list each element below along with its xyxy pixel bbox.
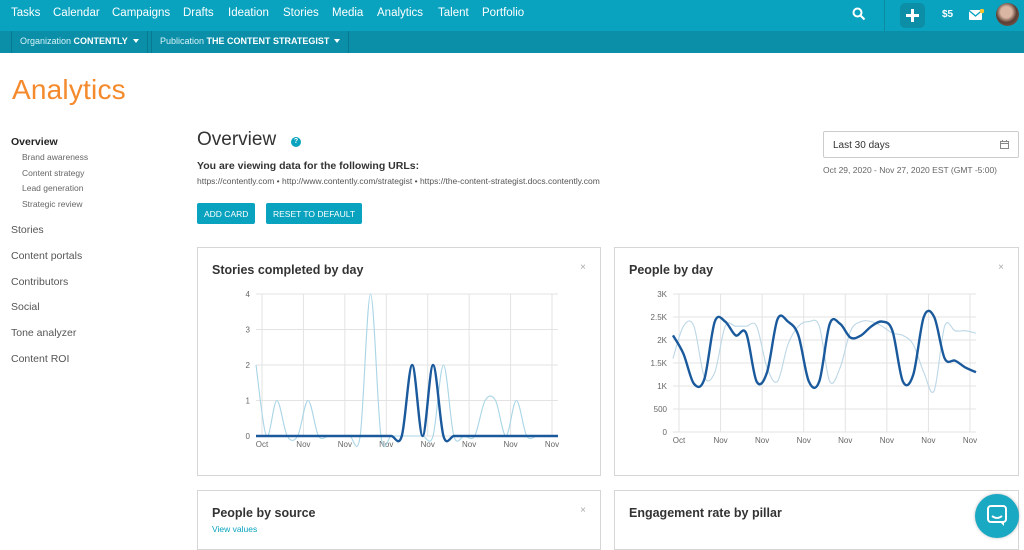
search-icon[interactable] [852,7,866,26]
x-tick-label: Nov [755,436,769,445]
series-line-comparison [255,293,558,447]
card-title: Engagement rate by pillar [629,506,782,520]
publication-label: Publication [160,36,205,46]
add-card-button[interactable]: ADD CARD [197,203,256,224]
sidebar-item-overview[interactable]: Overview [11,136,58,148]
close-icon[interactable]: × [580,505,586,516]
nav-stories[interactable]: Stories [283,7,319,19]
engagement-rate-card: Engagement rate by pillar [614,490,1019,550]
organization-value: CONTENTLY [73,36,128,46]
sidebar-item-social[interactable]: Social [11,301,40,313]
y-tick-label: 1 [246,397,251,406]
sidebar-item-lead-generation[interactable]: Lead generation [22,183,83,193]
y-tick-label: 1K [657,382,667,391]
chat-icon [987,505,1007,526]
x-tick-label: Nov [797,436,811,445]
y-tick-label: 2 [246,361,251,370]
y-tick-label: 0 [246,432,251,441]
x-tick-label: Nov [921,436,935,445]
stories-completed-card: Stories completed by day × 0 1 2 3 4 Oct Nov No… [197,247,601,476]
sidebar-item-contributors[interactable]: Contributors [11,276,68,288]
y-tick-label: 2K [657,336,667,345]
reset-to-default-button[interactable]: RESET TO DEFAULT [266,203,363,224]
sidebar-item-content-roi[interactable]: Content ROI [11,353,69,365]
date-range-select[interactable]: Last 30 days [823,131,1019,158]
x-tick-label: Nov [880,436,894,445]
x-tick-label: Nov [462,440,476,449]
top-nav: Tasks Calendar Campaigns Drafts Ideation… [0,0,1024,31]
organization-dropdown[interactable]: Organization CONTENTLY [11,31,148,53]
date-range-value: Last 30 days [833,140,890,151]
sidebar-item-content-strategy[interactable]: Content strategy [22,168,84,178]
sidebar-item-tone-analyzer[interactable]: Tone analyzer [11,327,76,339]
x-tick-label: Nov [713,436,727,445]
x-tick-label: Oct [256,440,269,449]
x-tick-label: Nov [503,440,517,449]
credits-balance[interactable]: $5 [942,9,953,20]
people-chart: 0 500 1K 1.5K 2K 2.5K 3K Oct Nov Nov Nov Nov Nov Nov N… [651,290,978,445]
tracked-urls: https://contently.com • http://www.conte… [197,176,600,186]
nav-media[interactable]: Media [332,7,363,19]
series-line-primary [671,309,977,390]
sidebar-item-stories[interactable]: Stories [11,224,44,236]
people-by-day-card: People by day × 0 500 1K 1.5K 2K 2.5K 3K Oct Nov… [614,247,1019,476]
x-tick-label: Oct [673,436,686,445]
y-tick-label: 500 [654,405,668,414]
x-tick-label: Nov [963,436,977,445]
x-tick-label: Nov [838,436,852,445]
plus-icon[interactable] [900,3,925,28]
people-by-source-card: People by source × View values [197,490,601,550]
sidebar-item-brand-awareness[interactable]: Brand awareness [22,152,88,162]
chevron-down-icon [334,39,341,43]
nav-divider [884,0,885,31]
overview-heading: Overview [197,129,277,150]
y-tick-label: 3K [657,290,667,299]
y-tick-label: 1.5K [651,359,668,368]
x-tick-label: Nov [296,440,310,449]
nav-calendar[interactable]: Calendar [53,7,100,19]
nav-drafts[interactable]: Drafts [183,7,214,19]
x-tick-label: Nov [545,440,559,449]
y-tick-label: 0 [663,428,668,437]
page-title: Analytics [12,74,126,105]
sidebar-item-content-portals[interactable]: Content portals [11,250,82,262]
publication-value: THE CONTENT STRATEGIST [206,36,330,46]
viewing-urls-label: You are viewing data for the following U… [197,160,420,172]
y-tick-label: 2.5K [651,313,668,322]
calendar-icon [1000,140,1009,152]
nav-talent[interactable]: Talent [438,7,469,19]
nav-tasks[interactable]: Tasks [11,7,40,19]
nav-portfolio[interactable]: Portfolio [482,7,524,19]
nav-campaigns[interactable]: Campaigns [112,7,170,19]
nav-analytics[interactable]: Analytics [377,7,423,19]
x-tick-label: Nov [338,440,352,449]
y-tick-label: 3 [246,326,251,335]
series-line-primary [256,363,558,443]
nav-ideation[interactable]: Ideation [228,7,269,19]
card-title: People by source [212,506,316,520]
organization-label: Organization [20,36,72,46]
mail-icon[interactable] [968,8,985,27]
chevron-down-icon [132,39,139,43]
x-tick-label: Nov [421,440,435,449]
stories-chart: 01234Oct Nov Nov Nov Nov Nov Nov Nov [246,290,560,449]
help-icon[interactable]: ? [291,137,301,147]
date-range-text: Oct 29, 2020 - Nov 27, 2020 EST (GMT -5:… [823,165,998,175]
sidebar-item-strategic-review[interactable]: Strategic review [22,199,82,209]
sub-nav: Organization CONTENTLY Publication THE C… [0,31,1024,53]
y-tick-label: 4 [246,290,251,299]
chat-button[interactable] [975,494,1019,538]
avatar[interactable] [996,3,1019,26]
publication-dropdown[interactable]: Publication THE CONTENT STRATEGIST [151,31,350,53]
